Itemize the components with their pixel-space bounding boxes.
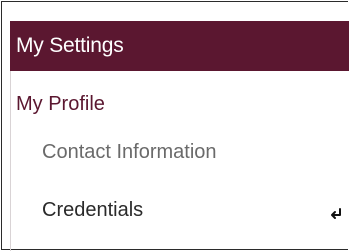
settings-menu: My Profile Contact Information Credentia… xyxy=(10,71,349,251)
enter-key-icon xyxy=(331,208,341,219)
menu-item-contact-information[interactable]: Contact Information xyxy=(42,141,217,164)
settings-header: My Settings xyxy=(10,21,349,71)
settings-panel: My Settings My Profile Contact Informati… xyxy=(1,1,349,251)
menu-item-credentials[interactable]: Credentials xyxy=(42,199,143,222)
section-title-my-profile[interactable]: My Profile xyxy=(16,93,105,116)
settings-title: My Settings xyxy=(16,34,124,57)
